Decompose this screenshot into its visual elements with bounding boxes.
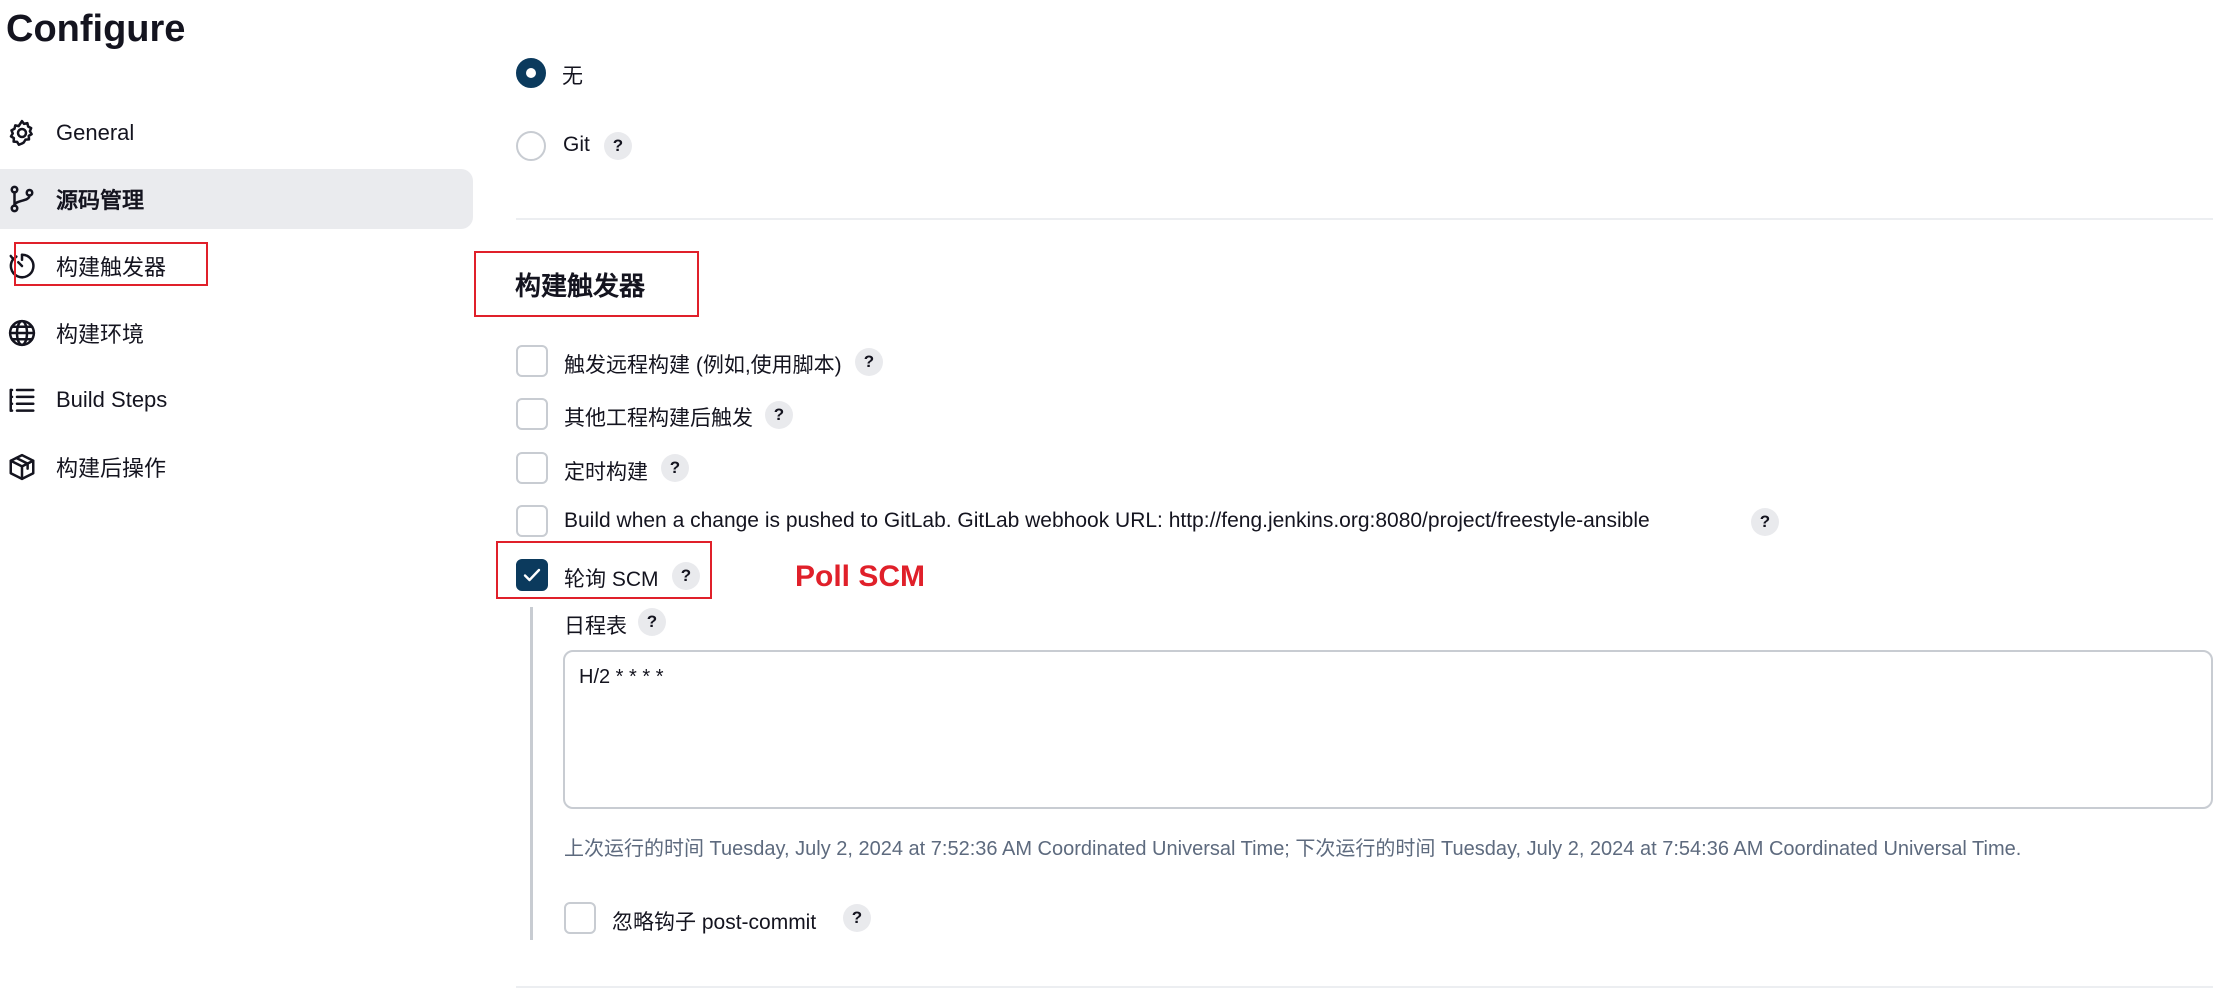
ignore-post-commit-label: 忽略钩子 post-commit — [612, 911, 817, 934]
gear-icon — [6, 117, 38, 149]
schedule-help-icon[interactable]: ? — [638, 608, 666, 636]
scm-git-label: Git — [563, 133, 590, 156]
schedule-label: 日程表 — [564, 615, 627, 638]
trigger-after-other-help-icon[interactable]: ? — [765, 401, 793, 429]
scm-git-help-icon[interactable]: ? — [604, 132, 632, 160]
highlight-box-section-title — [474, 251, 699, 317]
trigger-remote-label: 触发远程构建 (例如,使用脚本) — [564, 354, 842, 377]
globe-icon — [6, 317, 38, 349]
highlight-box-sidebar-triggers — [14, 242, 208, 286]
ignore-post-commit-checkbox[interactable] — [564, 902, 596, 934]
sidebar-item-post-build-actions[interactable]: 构建后操作 — [0, 437, 473, 497]
sidebar-item-build-environment[interactable]: 构建环境 — [0, 303, 473, 363]
trigger-gitlab-label: Build when a change is pushed to GitLab.… — [564, 509, 1650, 532]
sidebar-item-source-management[interactable]: 源码管理 — [0, 169, 473, 229]
sidebar-item-label: Build Steps — [56, 387, 168, 412]
nested-section-bar — [530, 607, 533, 940]
trigger-gitlab-help-icon[interactable]: ? — [1751, 508, 1779, 536]
section-divider — [516, 218, 2213, 220]
git-branch-icon — [6, 183, 38, 215]
sidebar-item-general[interactable]: General — [0, 103, 473, 163]
trigger-periodic-help-icon[interactable]: ? — [661, 454, 689, 482]
trigger-after-other-checkbox[interactable] — [516, 398, 548, 430]
sidebar-item-label: 构建环境 — [56, 322, 145, 347]
sidebar-item-build-steps[interactable]: Build Steps — [0, 370, 473, 430]
schedule-input[interactable] — [563, 650, 2213, 809]
section-divider-bottom — [516, 986, 2213, 988]
package-icon — [6, 451, 38, 483]
sidebar-item-label: 构建后操作 — [56, 456, 167, 481]
sidebar-item-label: 源码管理 — [56, 188, 145, 213]
trigger-after-other-label: 其他工程构建后触发 — [564, 407, 753, 430]
highlight-box-poll-scm — [496, 541, 712, 599]
schedule-run-info: 上次运行的时间 Tuesday, July 2, 2024 at 7:52:36… — [564, 838, 2022, 860]
scm-none-radio[interactable] — [516, 58, 546, 88]
ignore-post-commit-help-icon[interactable]: ? — [843, 904, 871, 932]
scm-git-radio[interactable] — [516, 131, 546, 161]
trigger-periodic-label: 定时构建 — [564, 461, 648, 484]
trigger-remote-help-icon[interactable]: ? — [855, 348, 883, 376]
poll-scm-annotation: Poll SCM — [795, 560, 926, 593]
scm-none-label: 无 — [562, 65, 583, 88]
trigger-remote-checkbox[interactable] — [516, 345, 548, 377]
list-icon — [6, 384, 38, 416]
sidebar-item-label: General — [56, 120, 135, 145]
trigger-periodic-checkbox[interactable] — [516, 452, 548, 484]
page-title: Configure — [6, 8, 186, 50]
trigger-gitlab-checkbox[interactable] — [516, 505, 548, 537]
